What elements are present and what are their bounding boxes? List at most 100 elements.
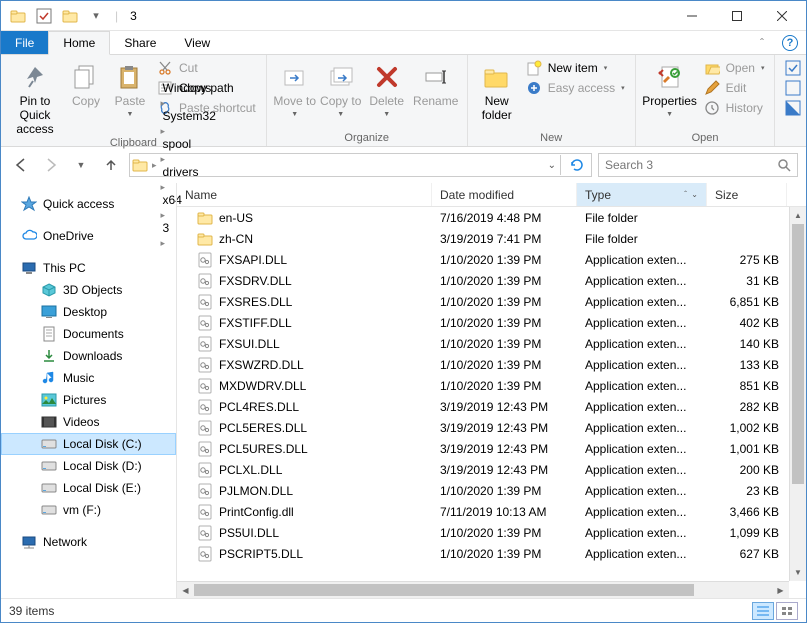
- nav-downloads[interactable]: Downloads: [1, 345, 176, 367]
- new-folder-button[interactable]: New folder: [474, 57, 520, 123]
- breadcrumb-system32[interactable]: System32: [161, 109, 218, 123]
- breadcrumb-spool[interactable]: spool: [161, 137, 218, 151]
- select-none-button[interactable]: Select none: [781, 79, 807, 97]
- file-row[interactable]: PCLXL.DLL3/19/2019 12:43 PMApplication e…: [177, 459, 789, 480]
- scroll-down-icon[interactable]: ▼: [790, 564, 806, 581]
- easy-access-button[interactable]: Easy access ▾: [522, 79, 629, 97]
- nav-disk-e[interactable]: Local Disk (E:): [1, 477, 176, 499]
- file-row[interactable]: FXSTIFF.DLL1/10/2020 1:39 PMApplication …: [177, 312, 789, 333]
- tab-home[interactable]: Home: [48, 31, 110, 55]
- tab-file[interactable]: File: [1, 31, 48, 54]
- address-dropdown-icon[interactable]: ⌄: [548, 160, 556, 171]
- nav-disk-d[interactable]: Local Disk (D:): [1, 455, 176, 477]
- scroll-left-icon[interactable]: ◀: [177, 582, 194, 598]
- qat-folder2-icon[interactable]: [59, 5, 81, 27]
- address-folder-icon: [132, 157, 148, 173]
- file-row[interactable]: PCL5URES.DLL3/19/2019 12:43 PMApplicatio…: [177, 438, 789, 459]
- nav-pictures[interactable]: Pictures: [1, 389, 176, 411]
- nav-network[interactable]: Network: [1, 531, 176, 553]
- copy-to-button[interactable]: Copy to▼: [319, 57, 363, 119]
- col-date[interactable]: Date modified: [432, 183, 577, 206]
- edit-button[interactable]: Edit: [700, 79, 769, 97]
- file-row[interactable]: MXDWDRV.DLL1/10/2020 1:39 PMApplication …: [177, 375, 789, 396]
- file-name: FXSRES.DLL: [219, 295, 292, 309]
- tab-view[interactable]: View: [170, 31, 224, 54]
- tab-share[interactable]: Share: [110, 31, 170, 54]
- move-to-button[interactable]: Move to▼: [273, 57, 317, 119]
- maximize-button[interactable]: [714, 1, 759, 30]
- qat-dropdown-icon[interactable]: ▾: [85, 5, 107, 27]
- breadcrumb-windows[interactable]: Windows: [161, 81, 218, 95]
- col-size[interactable]: Size: [707, 183, 787, 206]
- open-button[interactable]: Open ▾: [700, 59, 769, 77]
- vertical-scrollbar[interactable]: ▲ ▼: [789, 207, 806, 581]
- collapse-ribbon-icon[interactable]: ˆ: [750, 36, 774, 50]
- file-row[interactable]: PSCRIPT5.DLL1/10/2020 1:39 PMApplication…: [177, 543, 789, 564]
- properties-button[interactable]: Properties▼: [642, 57, 698, 119]
- file-row[interactable]: PCL5ERES.DLL3/19/2019 12:43 PMApplicatio…: [177, 417, 789, 438]
- file-row[interactable]: FXSRES.DLL1/10/2020 1:39 PMApplication e…: [177, 291, 789, 312]
- chevron-right-icon[interactable]: ▸: [161, 126, 166, 136]
- nav-quick-access[interactable]: Quick access: [1, 193, 176, 215]
- select-all-button[interactable]: Select all: [781, 59, 807, 77]
- refresh-button[interactable]: [565, 157, 589, 173]
- horizontal-scrollbar[interactable]: ◀ ▶: [177, 581, 789, 598]
- rename-button[interactable]: Rename: [411, 57, 461, 109]
- history-button[interactable]: History: [700, 99, 769, 117]
- breadcrumb-drivers[interactable]: drivers: [161, 165, 218, 179]
- scroll-thumb[interactable]: [792, 224, 804, 484]
- chevron-right-icon[interactable]: ▸: [161, 154, 166, 164]
- nav-music[interactable]: Music: [1, 367, 176, 389]
- file-name: zh-CN: [219, 232, 253, 246]
- nav-desktop[interactable]: Desktop: [1, 301, 176, 323]
- help-icon[interactable]: ?: [782, 35, 798, 51]
- chevron-right-icon[interactable]: ▸: [161, 98, 166, 108]
- crumb-root-sep[interactable]: ▸: [152, 160, 157, 171]
- file-row[interactable]: zh-CN3/19/2019 7:41 PMFile folder: [177, 228, 789, 249]
- minimize-button[interactable]: [669, 1, 714, 30]
- scroll-right-icon[interactable]: ▶: [772, 582, 789, 598]
- pin-quick-access-button[interactable]: Pin to Quick access: [7, 57, 63, 136]
- col-name[interactable]: Name: [177, 183, 432, 206]
- nav-onedrive[interactable]: OneDrive: [1, 225, 176, 247]
- file-row[interactable]: PS5UI.DLL1/10/2020 1:39 PMApplication ex…: [177, 522, 789, 543]
- nav-this-pc[interactable]: This PC: [1, 257, 176, 279]
- nav-videos[interactable]: Videos: [1, 411, 176, 433]
- qat-folder-icon[interactable]: [7, 5, 29, 27]
- file-row[interactable]: PrintConfig.dll7/11/2019 10:13 AMApplica…: [177, 501, 789, 522]
- search-box[interactable]: Search 3: [598, 153, 798, 177]
- copy-button[interactable]: Copy: [65, 57, 107, 109]
- address-bar[interactable]: ▸ Windows▸System32▸spool▸drivers▸x64▸3▸ …: [129, 153, 592, 177]
- recent-locations-button[interactable]: ▼: [69, 153, 93, 177]
- up-button[interactable]: [99, 153, 123, 177]
- col-type[interactable]: Typeˆ ⌄: [577, 183, 707, 206]
- scroll-up-icon[interactable]: ▲: [790, 207, 806, 224]
- view-details-button[interactable]: [752, 602, 774, 620]
- navigation-pane[interactable]: Quick access OneDrive This PC 3D Objects…: [1, 183, 177, 598]
- file-row[interactable]: FXSAPI.DLL1/10/2020 1:39 PMApplication e…: [177, 249, 789, 270]
- nav-3d-objects[interactable]: 3D Objects: [1, 279, 176, 301]
- back-button[interactable]: [9, 153, 33, 177]
- new-item-button[interactable]: New item ▾: [522, 59, 629, 77]
- paste-button[interactable]: Paste ▼: [109, 57, 151, 119]
- scroll-thumb-h[interactable]: [194, 584, 694, 596]
- file-row[interactable]: FXSUI.DLL1/10/2020 1:39 PMApplication ex…: [177, 333, 789, 354]
- nav-disk-c[interactable]: Local Disk (C:): [1, 433, 176, 455]
- nav-documents[interactable]: Documents: [1, 323, 176, 345]
- delete-button[interactable]: Delete▼: [365, 57, 409, 119]
- close-button[interactable]: [759, 1, 804, 30]
- view-large-icons-button[interactable]: [776, 602, 798, 620]
- search-placeholder: Search 3: [605, 158, 653, 172]
- address-row: ▼ ▸ Windows▸System32▸spool▸drivers▸x64▸3…: [1, 147, 806, 183]
- qat-properties-icon[interactable]: [33, 5, 55, 27]
- invert-selection-button[interactable]: Invert selection: [781, 99, 807, 117]
- cut-button[interactable]: Cut: [153, 59, 260, 77]
- forward-button[interactable]: [39, 153, 63, 177]
- file-row[interactable]: FXSDRV.DLL1/10/2020 1:39 PMApplication e…: [177, 270, 789, 291]
- file-row[interactable]: PCL4RES.DLL3/19/2019 12:43 PMApplication…: [177, 396, 789, 417]
- file-row[interactable]: PJLMON.DLL1/10/2020 1:39 PMApplication e…: [177, 480, 789, 501]
- file-row[interactable]: FXSWZRD.DLL1/10/2020 1:39 PMApplication …: [177, 354, 789, 375]
- nav-vm-f[interactable]: vm (F:): [1, 499, 176, 521]
- file-rows[interactable]: en-US7/16/2019 4:48 PMFile folderzh-CN3/…: [177, 207, 806, 598]
- file-row[interactable]: en-US7/16/2019 4:48 PMFile folder: [177, 207, 789, 228]
